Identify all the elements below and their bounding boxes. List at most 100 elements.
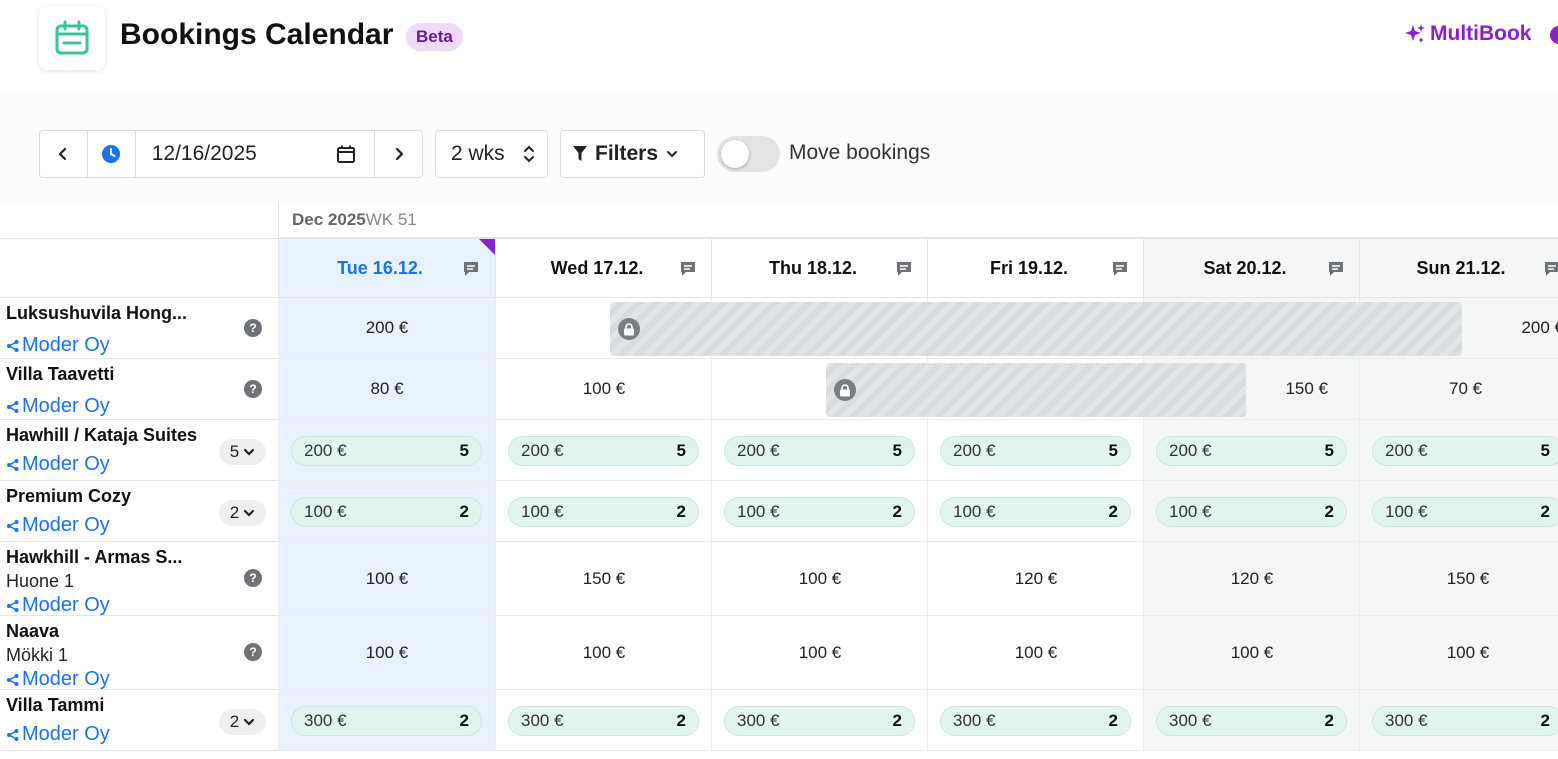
day-note-icon[interactable] xyxy=(1543,260,1558,278)
move-bookings-label: Move bookings xyxy=(789,141,931,164)
calendar-icon[interactable] xyxy=(336,144,356,164)
move-bookings-toggle[interactable] xyxy=(717,136,780,172)
price-pill[interactable]: 300 € 2 xyxy=(1156,705,1347,736)
owner-name: Moder Oy xyxy=(22,453,110,475)
price-pill[interactable]: 200 € 5 xyxy=(508,435,699,466)
price-value: 300 € xyxy=(521,710,564,730)
day-cell[interactable]: 120 € xyxy=(927,542,1144,616)
day-cell[interactable]: 100 € xyxy=(1143,616,1360,690)
unit-name[interactable]: Premium Cozy xyxy=(6,486,131,507)
day-note-icon[interactable] xyxy=(462,260,480,278)
help-icon[interactable]: ? xyxy=(244,643,262,661)
day-header[interactable]: Thu 18.12. xyxy=(711,238,928,298)
price-pill[interactable]: 200 € 5 xyxy=(1156,435,1347,466)
unit-name[interactable]: Villa Taavetti xyxy=(6,364,114,385)
day-label: Tue 16.12. xyxy=(337,257,423,278)
unit-name[interactable]: Villa Tammi xyxy=(6,695,104,716)
day-header[interactable]: Wed 17.12. xyxy=(495,238,712,298)
day-cell[interactable]: 100 € xyxy=(495,359,712,420)
price-value: 100 € xyxy=(582,379,626,398)
price-pill[interactable]: 100 € 2 xyxy=(1156,496,1347,527)
price-pill[interactable]: 100 € 2 xyxy=(940,496,1131,527)
price-pill[interactable]: 100 € 2 xyxy=(724,496,915,527)
unit-name[interactable]: Luksushuvila Hong... xyxy=(6,303,187,324)
unit-row-label: Villa Tammi Moder Oy 2 xyxy=(0,690,278,751)
date-input[interactable]: 12/16/2025 xyxy=(136,131,376,177)
day-header[interactable]: Tue 16.12. xyxy=(278,238,495,298)
day-cell[interactable]: 100 € xyxy=(927,616,1144,690)
owner-link[interactable]: Moder Oy xyxy=(6,668,110,691)
day-header[interactable]: Fri 19.12. xyxy=(927,238,1144,298)
date-value: 12/16/2025 xyxy=(151,142,257,165)
day-cell[interactable]: 100 € xyxy=(278,542,495,616)
multibook-button[interactable]: MultiBook xyxy=(1404,22,1531,46)
price-value: 200 € xyxy=(953,440,996,460)
price-value: 100 € xyxy=(582,642,626,662)
owner-link[interactable]: Moder Oy xyxy=(6,514,110,537)
day-cell[interactable]: 200 € xyxy=(278,298,495,359)
price-pill[interactable]: 300 € 2 xyxy=(724,705,915,736)
price-value: 100 € xyxy=(798,642,842,662)
today-marker xyxy=(479,239,495,255)
day-cell[interactable]: 150 € xyxy=(495,542,712,616)
price-pill[interactable]: 300 € 2 xyxy=(291,705,482,736)
day-cell[interactable]: 70 € xyxy=(1359,359,1558,420)
price-pill[interactable]: 300 € 2 xyxy=(508,705,699,736)
price-pill[interactable]: 100 € 2 xyxy=(291,496,482,527)
unit-name[interactable]: Naava xyxy=(6,621,59,642)
filters-button[interactable]: Filters xyxy=(560,130,705,178)
unit-name[interactable]: Hawhill / Kataja Suites xyxy=(6,425,197,446)
price-pill[interactable]: 200 € 5 xyxy=(940,435,1131,466)
price-pill[interactable]: 200 € 5 xyxy=(724,435,915,466)
availability-count: 2 xyxy=(1324,710,1334,730)
unit-count-select[interactable]: 5 xyxy=(219,438,266,465)
previous-button[interactable] xyxy=(40,131,88,177)
day-cell[interactable]: 100 € xyxy=(278,616,495,690)
day-cell[interactable]: 100 € xyxy=(711,542,928,616)
day-note-icon[interactable] xyxy=(1111,260,1129,278)
price-value: 100 € xyxy=(953,501,996,521)
price-value: 100 € xyxy=(737,501,780,521)
day-cell[interactable]: 80 € xyxy=(278,359,495,420)
owner-link[interactable]: Moder Oy xyxy=(6,395,110,418)
owner-link[interactable]: Moder Oy xyxy=(6,334,110,357)
availability-count: 2 xyxy=(676,710,686,730)
day-note-icon[interactable] xyxy=(679,260,697,278)
unit-name[interactable]: Hawkhill - Armas S... xyxy=(6,547,182,568)
unit-count-select[interactable]: 2 xyxy=(219,708,266,735)
blocked-period[interactable] xyxy=(826,363,1246,417)
availability-count: 5 xyxy=(1324,440,1334,460)
price-pill[interactable]: 100 € 2 xyxy=(1372,496,1558,527)
day-cell[interactable]: 100 € xyxy=(1359,616,1558,690)
price-value: 200 € xyxy=(737,440,780,460)
day-note-icon[interactable] xyxy=(1327,260,1345,278)
owner-link[interactable]: Moder Oy xyxy=(6,723,110,746)
day-cell[interactable]: 120 € xyxy=(1143,542,1360,616)
price-pill[interactable]: 200 € 5 xyxy=(1372,435,1558,466)
weeks-select[interactable]: 2 wks xyxy=(435,130,548,178)
price-pill[interactable]: 300 € 2 xyxy=(1372,705,1558,736)
day-header[interactable]: Sun 21.12. xyxy=(1359,238,1558,298)
blocked-period[interactable] xyxy=(610,302,1462,356)
owner-link[interactable]: Moder Oy xyxy=(6,594,110,617)
day-cell[interactable]: 100 € xyxy=(495,616,712,690)
price-pill[interactable]: 300 € 2 xyxy=(940,705,1131,736)
multibook-info-icon[interactable] xyxy=(1550,26,1558,44)
price-pill[interactable]: 200 € 5 xyxy=(291,435,482,466)
today-button[interactable] xyxy=(88,131,136,177)
help-icon[interactable]: ? xyxy=(244,379,262,398)
next-button[interactable] xyxy=(375,131,422,177)
price-value: 300 € xyxy=(1385,710,1428,730)
day-cell[interactable]: 150 € xyxy=(1359,542,1558,616)
day-cell[interactable]: 100 € xyxy=(711,616,928,690)
lock-icon xyxy=(618,318,640,340)
availability-count: 2 xyxy=(892,710,902,730)
help-icon[interactable]: ? xyxy=(244,569,262,587)
day-note-icon[interactable] xyxy=(895,260,913,278)
unit-count-select[interactable]: 2 xyxy=(219,499,266,526)
day-header[interactable]: Sat 20.12. xyxy=(1143,238,1360,298)
price-pill[interactable]: 100 € 2 xyxy=(508,496,699,527)
help-icon[interactable]: ? xyxy=(244,318,262,337)
owner-link[interactable]: Moder Oy xyxy=(6,453,110,476)
owner-name: Moder Oy xyxy=(22,594,110,616)
